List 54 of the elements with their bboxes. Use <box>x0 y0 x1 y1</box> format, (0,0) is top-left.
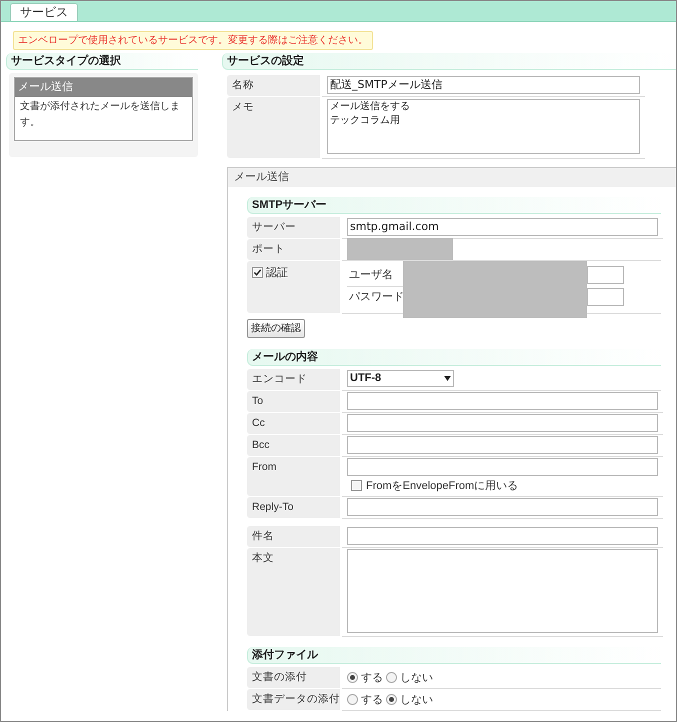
field-label: ポート <box>247 238 340 260</box>
field-label: From <box>247 456 340 496</box>
field-label: 本文 <box>247 548 340 636</box>
section-heading: 添付ファイル <box>247 646 661 664</box>
tab[interactable]: サービス <box>10 3 78 21</box>
input-field[interactable] <box>347 498 658 516</box>
field-label: パスワード <box>348 290 404 306</box>
section-heading: メールの内容 <box>247 348 661 366</box>
radio-label: する <box>361 670 383 686</box>
radio-button[interactable] <box>347 672 358 684</box>
input-field[interactable] <box>347 392 658 410</box>
radio-button[interactable] <box>386 694 397 706</box>
field-label: メモ <box>227 97 320 158</box>
section-heading: SMTPサーバー <box>247 196 661 214</box>
input-field[interactable]: 配送_SMTPメール送信 <box>327 76 640 94</box>
encoding-select[interactable]: UTF-8 <box>347 370 454 386</box>
input-field[interactable]: smtp.gmail.com <box>347 218 658 236</box>
field-label: 認証 <box>266 266 288 278</box>
connection-test-button[interactable]: 接続の確認 <box>247 318 305 338</box>
field-label: ユーザ名 <box>348 268 393 283</box>
field-label: 文書データの添付 <box>247 688 340 710</box>
service-type-item[interactable]: メール送信 文書が添付されたメールを送信します。 <box>14 77 193 141</box>
radio-label: しない <box>400 692 433 708</box>
section-heading: サービスの設定 <box>222 53 676 70</box>
input-field[interactable] <box>587 266 624 284</box>
input-field[interactable] <box>347 526 658 544</box>
radio-button[interactable] <box>347 694 358 706</box>
section-heading: サービスタイプの選択 <box>6 53 198 70</box>
checkbox-label: FromをEnvelopeFromに用いる <box>366 478 518 494</box>
panel-title: メール送信 <box>228 168 676 186</box>
field-label: Bcc <box>247 434 340 456</box>
checkbox[interactable] <box>252 266 263 278</box>
memo-field[interactable]: メール送信をする テックコラム用 <box>327 99 640 154</box>
textarea-field[interactable] <box>347 548 658 632</box>
dropdown-arrow-icon <box>444 376 451 380</box>
radio-label: する <box>361 692 383 708</box>
warning-message: エンベロープで使用されているサービスです。変更する際はご注意ください。 <box>13 31 373 50</box>
field-label: エンコード <box>247 368 340 390</box>
input-field[interactable] <box>587 288 624 306</box>
memo-line: テックコラム用 <box>330 114 401 128</box>
input-field[interactable] <box>347 458 658 476</box>
field-label: 件名 <box>247 526 340 546</box>
field-label: To <box>247 390 340 412</box>
input-field[interactable] <box>347 414 658 432</box>
memo-line: メール送信をする <box>330 100 411 114</box>
radio-label: しない <box>400 670 433 686</box>
field-label: 名称 <box>227 75 320 96</box>
field-label: Reply-To <box>247 496 340 518</box>
radio-button[interactable] <box>386 672 397 684</box>
field-label: 文書の添付 <box>247 666 340 688</box>
field-label: Cc <box>247 412 340 434</box>
input-field[interactable] <box>347 436 658 454</box>
field-label: サーバー <box>247 216 340 238</box>
checkbox[interactable] <box>351 480 362 492</box>
